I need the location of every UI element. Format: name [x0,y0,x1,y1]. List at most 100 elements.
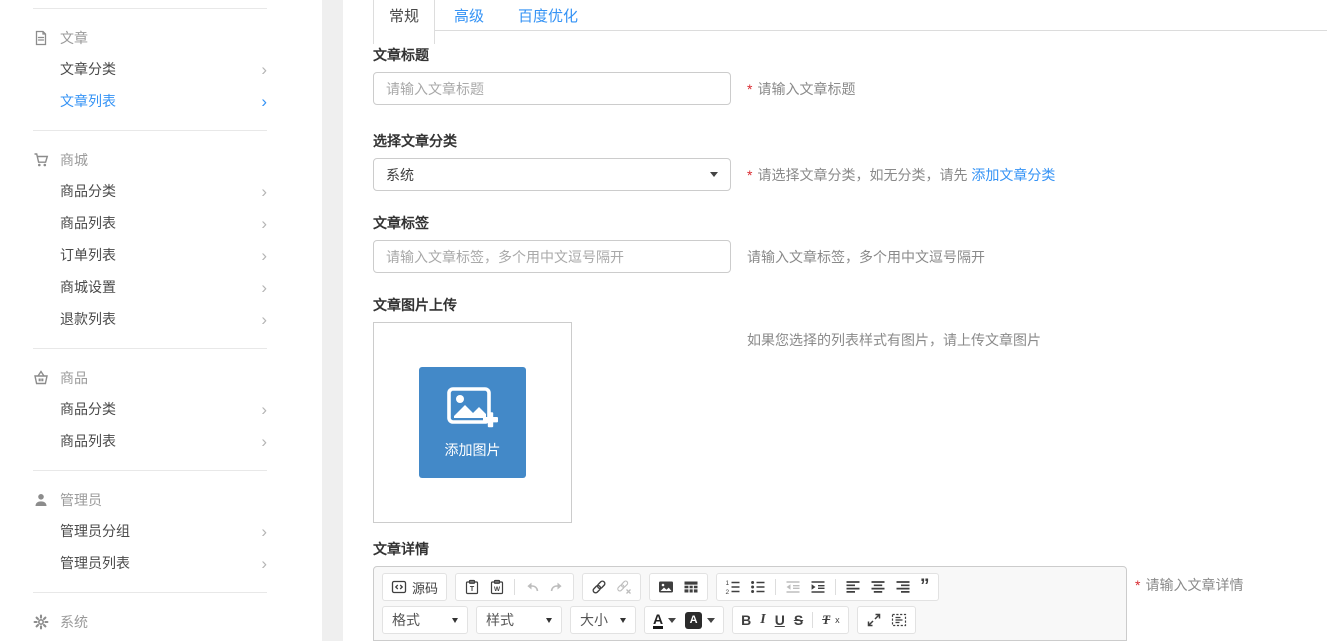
sidebar-item-goods-list[interactable]: 商品列表 › [33,207,267,239]
sidebar-item-article-category[interactable]: 文章分类 › [33,53,267,85]
field-article-category: 选择文章分类 系统 *请选择文章分类，如无分类，请先 添加文章分类 [373,131,1327,191]
redo-icon [549,579,565,595]
unordered-list-button[interactable] [750,579,766,595]
unlink-button[interactable] [616,579,632,595]
field-article-image: 文章图片上传 添加图片 [373,295,1327,523]
field-hint: *请输入文章标题 [747,79,855,99]
tab-advanced[interactable]: 高级 [439,0,499,44]
sidebar-item-admin-group[interactable]: 管理员分组 › [33,515,267,547]
remove-format-button[interactable]: Tx [822,612,839,628]
italic-button[interactable]: I [760,612,765,628]
table-icon [683,579,699,595]
chevron-right-icon: › [261,247,267,264]
sidebar-section-mall: 商城 商品分类 › 商品列表 › 订单列表 › 商城设置 › 退款列表 › [33,130,267,348]
background-color-button[interactable]: A [685,612,715,629]
add-image-icon [445,386,501,432]
ordered-list-icon: 12 [725,579,741,595]
format-select[interactable]: 格式 [382,606,468,634]
sidebar-section-header: 管理员 [33,471,267,515]
sidebar-section-title: 管理员 [60,490,102,510]
redo-button[interactable] [549,579,565,595]
gear-icon [33,614,49,630]
insert-table-button[interactable] [683,579,699,595]
field-label: 文章标题 [373,45,1327,65]
tab-baidu-seo[interactable]: 百度优化 [503,0,593,44]
field-article-tags: 文章标签 请输入文章标签，多个用中文逗号隔开 [373,213,1327,273]
category-select[interactable]: 系统 [373,158,731,191]
select-caret-icon [710,172,718,177]
tab-general[interactable]: 常规 [373,0,435,44]
blockquote-button[interactable]: ” [920,581,930,593]
basket-icon [33,370,49,386]
add-category-link[interactable]: 添加文章分类 [971,167,1055,183]
align-left-button[interactable] [845,579,861,595]
image-icon [658,579,674,595]
sidebar-section-header: 商城 [33,131,267,175]
size-select[interactable]: 大小 [570,606,636,634]
image-upload-box: 添加图片 [373,322,572,523]
sidebar-item-refund-list[interactable]: 退款列表 › [33,303,267,335]
strikethrough-button[interactable]: S [794,612,803,628]
indent-icon [810,579,826,595]
outdent-button[interactable] [785,579,801,595]
field-article-title: 文章标题 *请输入文章标题 [373,45,1327,105]
sidebar-section-article: 文章 文章分类 › 文章列表 › [33,8,267,130]
sidebar-section-title: 商城 [60,150,88,170]
combo-caret-icon [668,618,676,623]
show-blocks-button[interactable] [891,612,907,628]
sidebar-section-admin: 管理员 管理员分组 › 管理员列表 › [33,470,267,592]
toolbar-separator [812,612,813,628]
article-icon [33,30,49,46]
maximize-button[interactable] [866,612,882,628]
align-right-button[interactable] [895,579,911,595]
field-article-detail: 文章详情 源码 [373,539,1327,641]
combo-caret-icon [546,618,552,623]
article-title-input[interactable] [373,72,731,105]
link-icon [591,579,607,595]
paste-word-button[interactable]: W [489,579,505,595]
article-tags-input[interactable] [373,240,731,273]
combo-caret-icon [620,618,626,623]
paste-text-button[interactable]: T [464,579,480,595]
sidebar-item-article-list[interactable]: 文章列表 › [33,85,267,117]
sidebar-item-basic-info[interactable]: 基本信息 › [33,637,267,641]
field-hint: *请输入文章详情 [1135,575,1243,595]
undo-button[interactable] [524,579,540,595]
svg-text:1: 1 [726,580,730,587]
sidebar-item-product-list[interactable]: 商品列表 › [33,425,267,457]
sidebar-item-label: 商品分类 [60,181,116,201]
undo-icon [524,579,540,595]
sidebar-item-label: 文章分类 [60,59,116,79]
underline-button[interactable]: U [775,612,785,628]
indent-button[interactable] [810,579,826,595]
sidebar-item-admin-list[interactable]: 管理员列表 › [33,547,267,579]
sidebar-item-product-category[interactable]: 商品分类 › [33,393,267,425]
field-label: 文章标签 [373,213,1327,233]
required-mark: * [1135,577,1140,593]
sidebar-item-label: 商品列表 [60,213,116,233]
richtext-editor: 源码 T W [373,566,1127,641]
sidebar-item-label: 管理员列表 [60,553,130,573]
sidebar-item-label: 管理员分组 [60,521,130,541]
paste-text-icon: T [464,579,480,595]
unordered-list-icon [750,579,766,595]
source-button[interactable]: 源码 [391,578,438,597]
sidebar-item-goods-category[interactable]: 商品分类 › [33,175,267,207]
toolbar-separator [775,579,776,595]
bold-button[interactable]: B [741,612,751,628]
sidebar-item-order-list[interactable]: 订单列表 › [33,239,267,271]
chevron-right-icon: › [261,93,267,110]
ordered-list-button[interactable]: 12 [725,579,741,595]
insert-image-button[interactable] [658,579,674,595]
svg-text:W: W [494,586,501,593]
cart-icon [33,152,49,168]
link-button[interactable] [591,579,607,595]
style-select[interactable]: 样式 [476,606,562,634]
background-color-icon: A [685,612,702,629]
sidebar-section-product: 商品 商品分类 › 商品列表 › [33,348,267,470]
add-image-button[interactable]: 添加图片 [419,367,526,478]
text-color-button[interactable]: A [653,612,676,629]
align-center-button[interactable] [870,579,886,595]
sidebar-item-mall-settings[interactable]: 商城设置 › [33,271,267,303]
sidebar-content-gap [322,0,343,641]
